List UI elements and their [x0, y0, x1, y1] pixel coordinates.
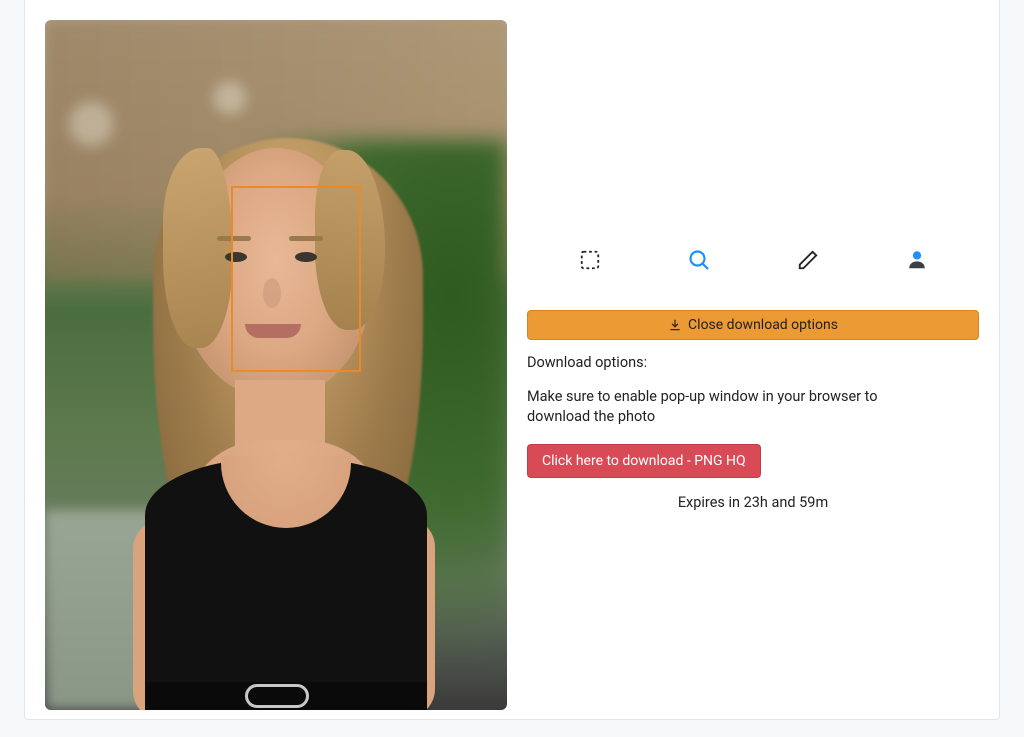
editor-frame: Close download options Download options:…: [24, 0, 1000, 720]
crop-tool[interactable]: [576, 246, 604, 274]
close-download-options-button[interactable]: Close download options: [527, 310, 979, 340]
close-download-label: Close download options: [688, 317, 838, 333]
person-icon: [906, 249, 928, 271]
tool-row: [527, 246, 979, 310]
photo-column: [45, 20, 507, 699]
download-png-hq-button[interactable]: Click here to download - PNG HQ: [527, 444, 761, 478]
expiry-text: Expires in 23h and 59m: [527, 494, 979, 511]
magnifier-icon: [687, 248, 711, 272]
person-tool[interactable]: [903, 246, 931, 274]
download-options-label: Download options:: [527, 354, 979, 371]
edit-tool[interactable]: [794, 246, 822, 274]
face-detection-box[interactable]: [231, 186, 361, 372]
download-icon: [668, 318, 682, 332]
pencil-icon: [797, 249, 819, 271]
photo-subject: [163, 148, 233, 348]
options-panel: Close download options Download options:…: [527, 20, 979, 699]
zoom-tool[interactable]: [685, 246, 713, 274]
download-button-label: Click here to download - PNG HQ: [542, 453, 746, 469]
crop-selection-icon: [579, 249, 601, 271]
photo-preview[interactable]: [45, 20, 507, 710]
download-help-text: Make sure to enable pop-up window in you…: [527, 387, 907, 426]
